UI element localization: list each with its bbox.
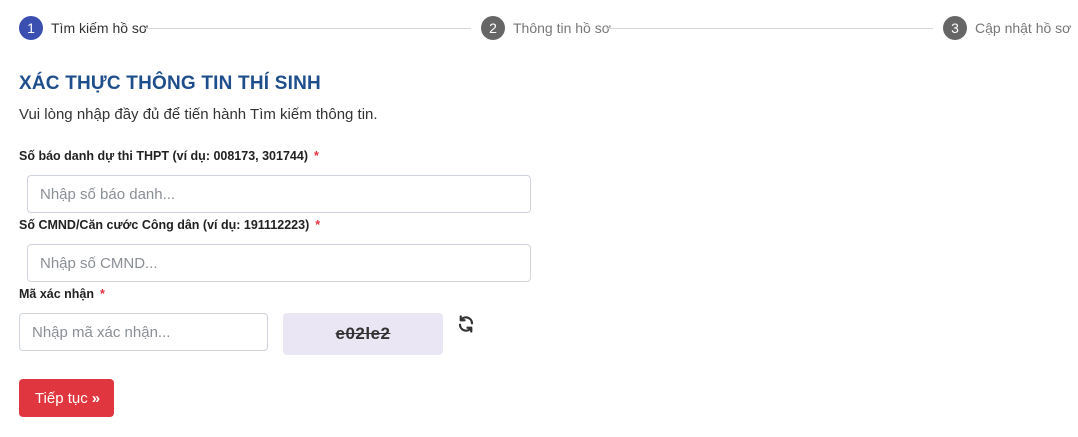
captcha-label-text: Mã xác nhận bbox=[19, 287, 95, 301]
step-search: 1 Tìm kiếm hồ sơ bbox=[19, 16, 148, 40]
captcha-label: Mã xác nhận * bbox=[19, 287, 105, 301]
required-mark: * bbox=[313, 149, 319, 163]
required-mark: * bbox=[100, 287, 105, 301]
captcha-code: e02le2 bbox=[335, 324, 391, 343]
step-number: 3 bbox=[943, 16, 967, 40]
step-number: 2 bbox=[481, 16, 505, 40]
captcha-input[interactable] bbox=[19, 313, 268, 351]
step-connector bbox=[606, 28, 933, 29]
page-title: XÁC THỰC THÔNG TIN THÍ SINH bbox=[19, 73, 321, 94]
stepper: 1 Tìm kiếm hồ sơ 2 Thông tin hồ sơ 3 Cập… bbox=[19, 16, 1071, 40]
captcha-image: e02le2 bbox=[283, 313, 443, 355]
sbd-label-text: Số báo danh dự thi THPT (ví dụ: 008173, … bbox=[19, 149, 308, 163]
continue-button[interactable]: Tiếp tục » bbox=[19, 379, 114, 417]
required-mark: * bbox=[315, 218, 321, 232]
step-label: Thông tin hồ sơ bbox=[513, 20, 611, 36]
step-number: 1 bbox=[19, 16, 43, 40]
page-subtitle: Vui lòng nhập đầy đủ để tiến hành Tìm ki… bbox=[19, 106, 378, 123]
cmnd-label: Số CMND/Căn cước Công dân (ví dụ: 191112… bbox=[19, 218, 320, 232]
sbd-label: Số báo danh dự thi THPT (ví dụ: 008173, … bbox=[19, 149, 319, 163]
sbd-input[interactable] bbox=[27, 175, 531, 213]
step-info: 2 Thông tin hồ sơ bbox=[481, 16, 611, 40]
cmnd-input[interactable] bbox=[27, 244, 531, 282]
step-label: Tìm kiếm hồ sơ bbox=[51, 20, 149, 36]
refresh-icon[interactable] bbox=[456, 314, 476, 334]
double-chevron-right-icon: » bbox=[91, 389, 100, 407]
step-update: 3 Cập nhật hồ sơ bbox=[943, 16, 1071, 40]
cmnd-label-text: Số CMND/Căn cước Công dân (ví dụ: 191112… bbox=[19, 218, 310, 232]
step-label: Cập nhật hồ sơ bbox=[975, 20, 1072, 36]
step-connector bbox=[144, 28, 471, 29]
continue-button-label: Tiếp tục bbox=[34, 389, 88, 407]
